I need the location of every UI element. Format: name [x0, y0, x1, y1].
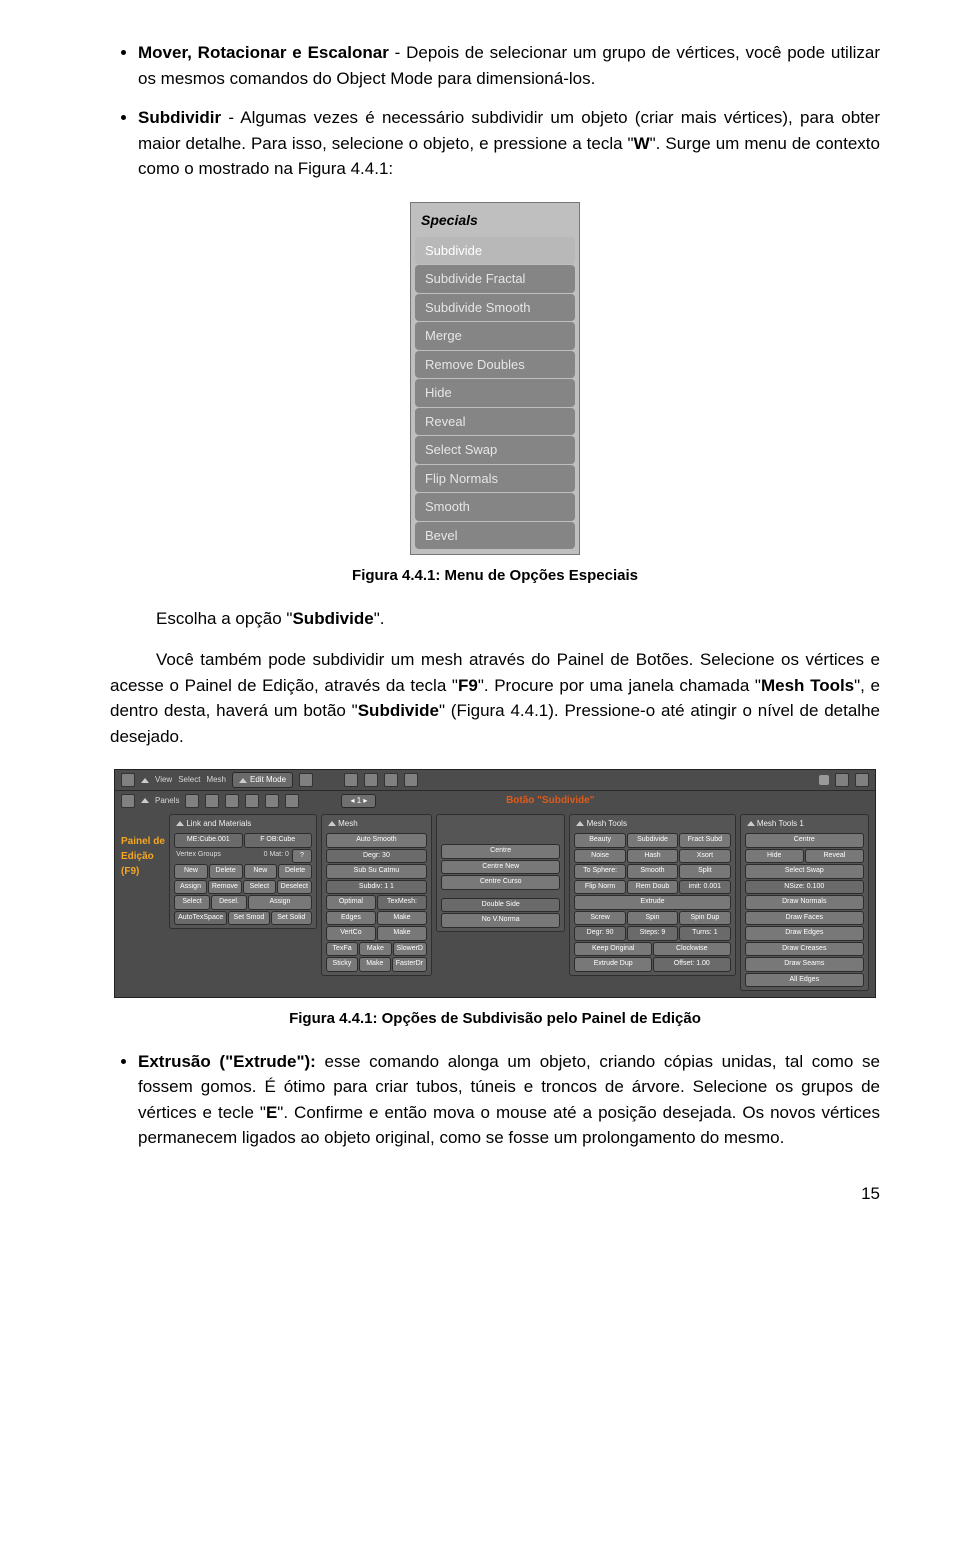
- chevron-down-icon[interactable]: [747, 821, 755, 826]
- menu-item-merge[interactable]: Merge: [415, 322, 575, 350]
- menu-item-smooth[interactable]: Smooth: [415, 493, 575, 521]
- mesh-menu[interactable]: Mesh: [206, 774, 226, 786]
- specials-context-menu[interactable]: Specials Subdivide Subdivide Fractal Sub…: [410, 202, 580, 556]
- top-bullet-list: Mover, Rotacionar e Escalonar - Depois d…: [110, 40, 880, 182]
- buttons-header: Panels ◂ 1 ▸ Botão "Subdivide": [115, 791, 875, 810]
- bullet-move-rotate-scale: Mover, Rotacionar e Escalonar - Depois d…: [138, 40, 880, 91]
- extrude-button[interactable]: Extrude: [574, 895, 730, 910]
- ctx-shading-icon[interactable]: [225, 794, 239, 808]
- chevron-down-icon[interactable]: [576, 821, 584, 826]
- panel-mesh: Mesh Auto Smooth Degr: 30 Sub Su Catmu S…: [321, 814, 432, 976]
- ctx-object-icon[interactable]: [245, 794, 259, 808]
- chevron-down-icon[interactable]: [176, 821, 184, 826]
- panel-centre: Centre Centre New Centre Curso Double Si…: [436, 814, 565, 932]
- menu-item-flip-normals[interactable]: Flip Normals: [415, 465, 575, 493]
- bullet2-key: W: [634, 134, 650, 153]
- mode-icon: [239, 778, 247, 783]
- view-menu[interactable]: View: [155, 774, 172, 786]
- page-number: 15: [110, 1181, 880, 1207]
- selmode-face-icon[interactable]: [404, 773, 418, 787]
- bullet-subdivide: Subdividir - Algumas vezes é necessário …: [138, 105, 880, 182]
- caption-specials: Figura 4.4.1: Menu de Opções Especiais: [110, 565, 880, 588]
- select-menu[interactable]: Select: [178, 774, 200, 786]
- panel-columns: Painel de Edição (F9) Link and Materials…: [115, 810, 875, 997]
- pivot-icon[interactable]: [344, 773, 358, 787]
- delete-button[interactable]: Delete: [209, 864, 243, 879]
- menu-item-select-swap[interactable]: Select Swap: [415, 436, 575, 464]
- ctx-logic-icon[interactable]: [185, 794, 199, 808]
- extra-icon[interactable]: [855, 773, 869, 787]
- para-choose-subdivide: Escolha a opção "Subdivide".: [110, 606, 880, 632]
- layer-icon[interactable]: [835, 773, 849, 787]
- specials-header: Specials: [415, 207, 575, 237]
- figure-specials-menu: Specials Subdivide Subdivide Fractal Sub…: [110, 202, 880, 556]
- panel-mesh-tools-1: Mesh Tools 1 Centre HideReveal Select Sw…: [740, 814, 869, 991]
- bottom-bullet-list: Extrusão ("Extrude"): esse comando along…: [110, 1049, 880, 1151]
- menu-item-subdivide[interactable]: Subdivide: [415, 237, 575, 265]
- subdivide-button[interactable]: Subdivide: [627, 833, 678, 848]
- me-field[interactable]: ME:Cube.001: [174, 833, 242, 848]
- lock-icon[interactable]: [819, 775, 829, 785]
- mode-dropdown[interactable]: Edit Mode: [232, 772, 293, 788]
- menu-item-remove-doubles[interactable]: Remove Doubles: [415, 351, 575, 379]
- bullet1-lead: Mover, Rotacionar e Escalonar: [138, 43, 389, 62]
- selmode-edge-icon[interactable]: [384, 773, 398, 787]
- bullet2-lead: Subdividir: [138, 108, 221, 127]
- menu-item-subdivide-smooth[interactable]: Subdivide Smooth: [415, 294, 575, 322]
- ctx-script-icon[interactable]: [205, 794, 219, 808]
- caption-blender: Figura 4.4.1: Opções de Subdivisão pelo …: [110, 1008, 880, 1031]
- panels-label: Panels: [155, 795, 179, 807]
- panel-link-materials: Link and Materials ME:Cube.001F OB:Cube …: [169, 814, 317, 929]
- bullet3-lead: Extrusão ("Extrude"):: [138, 1052, 316, 1071]
- viewport-type-icon[interactable]: [121, 773, 135, 787]
- ob-field[interactable]: F OB:Cube: [244, 833, 312, 848]
- frame-number[interactable]: ◂ 1 ▸: [341, 794, 376, 808]
- panel-mesh-tools: Mesh Tools BeautySubdivideFract Subd Noi…: [569, 814, 735, 976]
- viewport-header: View Select Mesh Edit Mode: [115, 770, 875, 790]
- chevron-down-icon[interactable]: [328, 821, 336, 826]
- centre-button[interactable]: Centre: [441, 844, 560, 859]
- blender-edit-panel: View Select Mesh Edit Mode Panels: [114, 769, 876, 998]
- para-mesh-tools: Você também pode subdividir um mesh atra…: [110, 647, 880, 749]
- annotation-painel-edicao: Painel de Edição (F9): [121, 814, 165, 879]
- new-button[interactable]: New: [174, 864, 208, 879]
- ctx-scene-icon[interactable]: [285, 794, 299, 808]
- chevron-down-icon[interactable]: [141, 798, 149, 803]
- annotation-subdivide: Botão "Subdivide": [506, 793, 594, 808]
- selmode-vert-icon[interactable]: [364, 773, 378, 787]
- menu-item-subdivide-fractal[interactable]: Subdivide Fractal: [415, 265, 575, 293]
- bullet-extrude: Extrusão ("Extrude"): esse comando along…: [138, 1049, 880, 1151]
- ctx-edit-icon[interactable]: [265, 794, 279, 808]
- buttons-type-icon[interactable]: [121, 794, 135, 808]
- menu-item-hide[interactable]: Hide: [415, 379, 575, 407]
- menu-item-reveal[interactable]: Reveal: [415, 408, 575, 436]
- chevron-down-icon[interactable]: [141, 778, 149, 783]
- figure-blender-panel: View Select Mesh Edit Mode Panels: [110, 769, 880, 998]
- draw-type-icon[interactable]: [299, 773, 313, 787]
- menu-item-bevel[interactable]: Bevel: [415, 522, 575, 550]
